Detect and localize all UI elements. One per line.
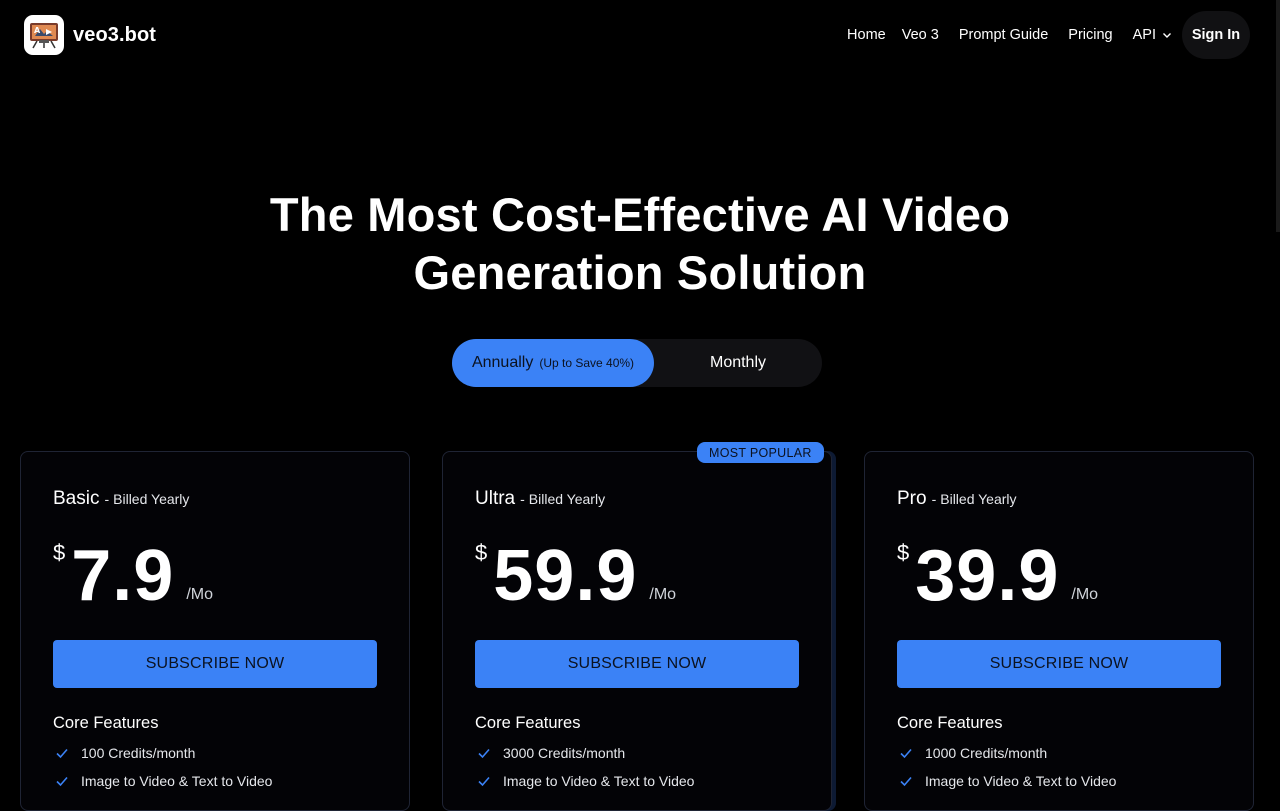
billing-annually-option[interactable]: Annually (Up to Save 40%) — [452, 339, 654, 387]
page-title: The Most Cost-Effective AI Video Generat… — [0, 186, 1280, 302]
feature-item: Image to Video & Text to Video — [53, 773, 272, 789]
feature-label: 3000 Credits/month — [503, 745, 626, 761]
feature-item: 3000 Credits/month — [475, 745, 625, 761]
chevron-down-icon — [1162, 30, 1172, 40]
feature-item: Image to Video & Text to Video — [475, 773, 694, 789]
plan-billing: Billed Yearly — [528, 491, 606, 507]
features-title: Core Features — [897, 714, 1003, 732]
billing-monthly-option[interactable]: Monthly — [654, 339, 822, 387]
plan-price: $ 39.9 /Mo — [897, 536, 1098, 616]
price-currency: $ — [897, 540, 910, 565]
page-title-line-1: The Most Cost-Effective AI Video — [269, 188, 1011, 241]
feature-label: Image to Video & Text to Video — [503, 773, 695, 789]
feature-item: 100 Credits/month — [53, 745, 195, 761]
brand-name: veo3.bot — [73, 23, 157, 46]
check-icon — [899, 774, 913, 788]
plan-separator: - — [104, 491, 110, 507]
site-header: A veo3.bot Home Veo 3 Prompt Guide Prici… — [0, 0, 1280, 70]
plan-billing: Billed Yearly — [113, 491, 190, 507]
main-nav: Home Veo 3 Prompt Guide Pricing API Sign… — [847, 11, 1250, 59]
video-projector-logo-icon: A — [24, 15, 64, 55]
features-title: Core Features — [475, 714, 581, 732]
page-title-line-2: Generation Solution — [413, 246, 867, 299]
price-amount: 39.9 — [915, 536, 1060, 616]
billing-annually-label: Annually — [471, 354, 534, 371]
plan-card-pro: Pro - Billed Yearly $ 39.9 /Mo SUBSCRIBE… — [864, 451, 1254, 811]
plan-header: Basic - Billed Yearly — [53, 488, 189, 510]
svg-text:A: A — [34, 26, 41, 35]
plan-name: Ultra — [475, 488, 516, 509]
price-period: /Mo — [186, 586, 214, 603]
subscribe-button[interactable]: SUBSCRIBE NOW — [53, 640, 377, 688]
check-icon — [55, 774, 69, 788]
feature-label: 100 Credits/month — [81, 745, 196, 761]
plan-name: Pro — [897, 488, 927, 509]
check-icon — [55, 746, 69, 760]
page-scrollbar[interactable] — [1276, 0, 1280, 232]
nav-home[interactable]: Home — [847, 27, 886, 43]
feature-item: Image to Video & Text to Video — [897, 773, 1116, 789]
nav-api-dropdown[interactable]: API — [1133, 27, 1172, 43]
plan-card-ultra: Ultra - Billed Yearly $ 59.9 /Mo SUBSCRI… — [442, 451, 832, 811]
sign-in-button[interactable]: Sign In — [1182, 11, 1250, 59]
plan-name: Basic — [53, 488, 100, 509]
billing-annually-savings: (Up to Save 40%) — [539, 356, 635, 370]
most-popular-badge: MOST POPULAR — [697, 442, 824, 463]
plan-separator: - — [520, 491, 525, 507]
plan-price: $ 7.9 /Mo — [53, 536, 213, 616]
price-amount: 59.9 — [493, 536, 638, 616]
check-icon — [477, 746, 491, 760]
price-currency: $ — [53, 540, 66, 565]
feature-label: Image to Video & Text to Video — [81, 773, 273, 789]
price-period: /Mo — [1071, 586, 1099, 603]
plan-header: Pro - Billed Yearly — [897, 488, 1017, 510]
feature-label: 1000 Credits/month — [925, 745, 1048, 761]
check-icon — [477, 774, 491, 788]
nav-api-label: API — [1132, 27, 1156, 43]
feature-item: 1000 Credits/month — [897, 745, 1047, 761]
billing-toggle: Annually (Up to Save 40%) Monthly — [452, 339, 822, 387]
features-title: Core Features — [53, 714, 159, 732]
subscribe-button[interactable]: SUBSCRIBE NOW — [475, 640, 799, 688]
price-currency: $ — [475, 540, 488, 565]
feature-label: Image to Video & Text to Video — [925, 773, 1117, 789]
plan-price: $ 59.9 /Mo — [475, 536, 676, 616]
brand-link[interactable]: A veo3.bot — [24, 15, 156, 55]
nav-prompt-guide[interactable]: Prompt Guide — [959, 27, 1048, 43]
plan-separator: - — [931, 491, 937, 507]
price-period: /Mo — [649, 586, 677, 603]
check-icon — [899, 746, 913, 760]
plan-header: Ultra - Billed Yearly — [475, 488, 605, 510]
plan-card-basic: Basic - Billed Yearly $ 7.9 /Mo SUBSCRIB… — [20, 451, 410, 811]
nav-pricing[interactable]: Pricing — [1068, 27, 1112, 43]
nav-veo3[interactable]: Veo 3 — [902, 27, 939, 43]
plan-billing: Billed Yearly — [940, 491, 1017, 507]
subscribe-button[interactable]: SUBSCRIBE NOW — [897, 640, 1221, 688]
price-amount: 7.9 — [71, 536, 175, 616]
